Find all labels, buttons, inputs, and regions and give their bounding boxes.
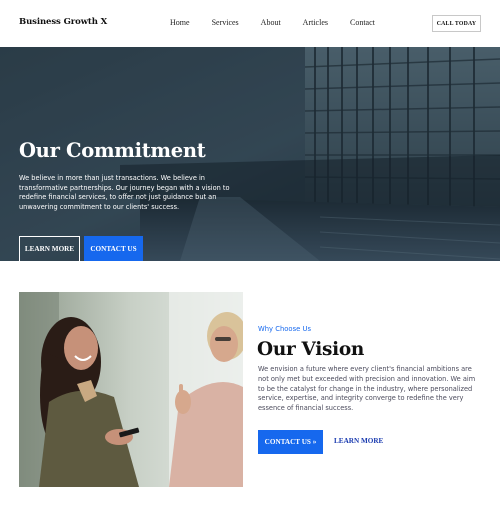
vision-contact-button[interactable]: CONTACT US »	[258, 430, 323, 454]
main-menu: Home Services About Articles Contact	[170, 18, 397, 27]
brand-logo[interactable]: Business Growth X	[19, 17, 107, 27]
nav-item-contact[interactable]: Contact	[350, 18, 375, 27]
vision-learn-more-link[interactable]: LEARN MORE	[334, 437, 383, 445]
team-photo	[19, 292, 243, 487]
hero-section: Our Commitment We believe in more than j…	[0, 47, 500, 261]
two-women-talking-image	[19, 292, 243, 487]
nav-item-articles[interactable]: Articles	[303, 18, 328, 27]
nav-item-home[interactable]: Home	[170, 18, 190, 27]
section-eyebrow: Why Choose Us	[258, 325, 311, 333]
nav-item-services[interactable]: Services	[212, 18, 239, 27]
section-description: We envision a future where every client'…	[258, 365, 476, 413]
top-navbar: Business Growth X Home Services About Ar…	[0, 0, 500, 47]
hero-contact-button[interactable]: CONTACT US	[84, 236, 143, 261]
hero-description: We believe in more than just transaction…	[19, 174, 230, 212]
section-title: Our Vision	[257, 339, 365, 360]
call-today-button[interactable]: CALL TODAY	[432, 15, 481, 32]
hero-title: Our Commitment	[19, 139, 206, 162]
hero-learn-more-button[interactable]: LEARN MORE	[19, 236, 80, 261]
nav-item-about[interactable]: About	[261, 18, 281, 27]
